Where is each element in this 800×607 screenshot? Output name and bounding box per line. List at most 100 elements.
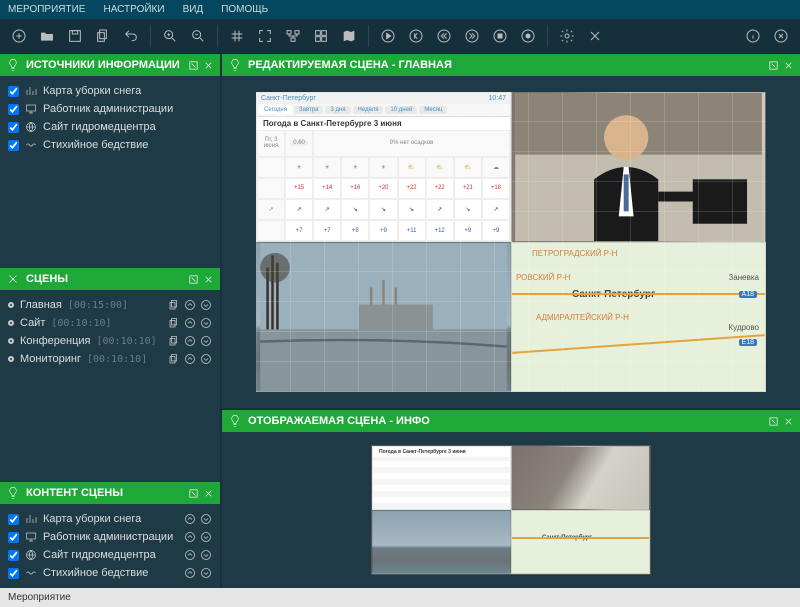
panel-title: ИСТОЧНИКИ ИНФОРМАЦИИ xyxy=(26,59,180,71)
scenes-list: Главная [00:15:00] Сайт [00:10:10] xyxy=(0,290,220,374)
scene-canvas[interactable]: Санкт-Петербург10:47 Сегодня Завтра 3 дн… xyxy=(256,92,766,392)
tiles-button[interactable] xyxy=(308,23,334,49)
copy-icon[interactable] xyxy=(168,317,180,329)
zoom-in-button[interactable] xyxy=(157,23,183,49)
copy-icon[interactable] xyxy=(168,353,180,365)
close-icon[interactable] xyxy=(783,416,794,427)
content-item[interactable]: Стихийное бедствие xyxy=(4,564,216,582)
close-app-button[interactable] xyxy=(768,23,794,49)
up-icon[interactable] xyxy=(184,299,196,311)
stop-button[interactable] xyxy=(487,23,513,49)
down-icon[interactable] xyxy=(200,513,212,525)
fullscreen-button[interactable] xyxy=(252,23,278,49)
scene-item[interactable]: Главная [00:15:00] xyxy=(4,296,216,314)
monitor-icon xyxy=(25,531,37,543)
scene-label: Главная xyxy=(20,299,62,311)
flow-button[interactable] xyxy=(280,23,306,49)
canvas-cell-map[interactable]: ПЕТРОГРАДСКИЙ Р-Н РОВСКИЙ Р-Н Санкт-Пете… xyxy=(511,242,766,392)
copy-icon[interactable] xyxy=(168,335,180,347)
source-checkbox[interactable] xyxy=(8,140,19,151)
copy-icon[interactable] xyxy=(168,299,180,311)
content-checkbox[interactable] xyxy=(8,532,19,543)
down-icon[interactable] xyxy=(200,299,212,311)
content-checkbox[interactable] xyxy=(8,514,19,525)
pin-icon[interactable] xyxy=(188,488,199,499)
source-checkbox[interactable] xyxy=(8,104,19,115)
content-item[interactable]: Работник администрации xyxy=(4,528,216,546)
down-icon[interactable] xyxy=(200,317,212,329)
weather-day: Пт, 3 июня xyxy=(257,130,285,157)
source-item[interactable]: Работник администрации xyxy=(4,100,216,118)
up-icon[interactable] xyxy=(184,513,196,525)
play-button[interactable] xyxy=(375,23,401,49)
pin-icon[interactable] xyxy=(188,60,199,71)
source-item[interactable]: Стихийное бедствие xyxy=(4,136,216,154)
down-icon[interactable] xyxy=(200,549,212,561)
weather-tab[interactable]: Месяц xyxy=(419,106,447,114)
source-checkbox[interactable] xyxy=(8,122,19,133)
canvas-cell-weather[interactable]: Санкт-Петербург10:47 Сегодня Завтра 3 дн… xyxy=(256,92,511,242)
copy-button[interactable] xyxy=(90,23,116,49)
source-checkbox[interactable] xyxy=(8,86,19,97)
source-item[interactable]: Сайт гидромедцентра xyxy=(4,118,216,136)
weather-title: Погода в Санкт-Петербурге 3 июня xyxy=(257,117,510,130)
weather-tab[interactable]: Завтра xyxy=(294,106,323,114)
down-icon[interactable] xyxy=(200,353,212,365)
scene-item[interactable]: Конференция [00:10:10] xyxy=(4,332,216,350)
tools-button[interactable] xyxy=(582,23,608,49)
weather-tab[interactable]: Сегодня xyxy=(259,106,292,114)
info-button[interactable] xyxy=(740,23,766,49)
close-icon[interactable] xyxy=(783,60,794,71)
canvas-cell-photo[interactable] xyxy=(511,92,766,242)
undo-button[interactable] xyxy=(118,23,144,49)
content-item[interactable]: Карта уборки снега xyxy=(4,510,216,528)
up-icon[interactable] xyxy=(184,531,196,543)
close-icon[interactable] xyxy=(6,272,20,286)
map-button[interactable] xyxy=(336,23,362,49)
down-icon[interactable] xyxy=(200,335,212,347)
source-label: Карта уборки снега xyxy=(43,85,141,97)
up-icon[interactable] xyxy=(184,317,196,329)
up-icon[interactable] xyxy=(184,353,196,365)
weather-tab[interactable]: 3 дня xyxy=(325,106,350,114)
record-button[interactable] xyxy=(515,23,541,49)
close-icon[interactable] xyxy=(203,488,214,499)
lightbulb-icon xyxy=(228,58,242,72)
panel-header-editor: РЕДАКТИРУЕМАЯ СЦЕНА - ГЛАВНАЯ xyxy=(222,54,800,76)
menu-item-event[interactable]: МЕРОПРИЯТИЕ xyxy=(8,4,85,15)
weather-tab[interactable]: Неделя xyxy=(353,106,384,114)
scene-item[interactable]: Мониторинг [00:10:10] xyxy=(4,350,216,368)
road-badge: Е18 xyxy=(739,339,757,346)
up-icon[interactable] xyxy=(184,567,196,579)
down-icon[interactable] xyxy=(200,531,212,543)
content-checkbox[interactable] xyxy=(8,568,19,579)
zoom-out-button[interactable] xyxy=(185,23,211,49)
skip-back-button[interactable] xyxy=(403,23,429,49)
up-icon[interactable] xyxy=(184,335,196,347)
pin-icon[interactable] xyxy=(188,274,199,285)
menu-item-view[interactable]: ВИД xyxy=(183,4,204,15)
pin-icon[interactable] xyxy=(768,60,779,71)
down-icon[interactable] xyxy=(200,567,212,579)
source-item[interactable]: Карта уборки снега xyxy=(4,82,216,100)
up-icon[interactable] xyxy=(184,549,196,561)
content-item[interactable]: Сайт гидромедцентра xyxy=(4,546,216,564)
weather-tab[interactable]: 10 дней xyxy=(385,106,417,114)
open-button[interactable] xyxy=(34,23,60,49)
canvas-cell-landscape[interactable] xyxy=(256,242,511,392)
close-icon[interactable] xyxy=(203,60,214,71)
menu-item-help[interactable]: ПОМОЩЬ xyxy=(221,4,268,15)
settings-button[interactable] xyxy=(554,23,580,49)
content-checkbox[interactable] xyxy=(8,550,19,561)
rewind-button[interactable] xyxy=(431,23,457,49)
add-button[interactable] xyxy=(6,23,32,49)
grid-button[interactable] xyxy=(224,23,250,49)
scene-editor[interactable]: Санкт-Петербург10:47 Сегодня Завтра 3 дн… xyxy=(222,76,800,408)
save-button[interactable] xyxy=(62,23,88,49)
close-icon[interactable] xyxy=(203,274,214,285)
menu-item-settings[interactable]: НАСТРОЙКИ xyxy=(103,4,164,15)
forward-button[interactable] xyxy=(459,23,485,49)
pin-icon[interactable] xyxy=(768,416,779,427)
content-label: Работник администрации xyxy=(43,531,173,543)
scene-item[interactable]: Сайт [00:10:10] xyxy=(4,314,216,332)
